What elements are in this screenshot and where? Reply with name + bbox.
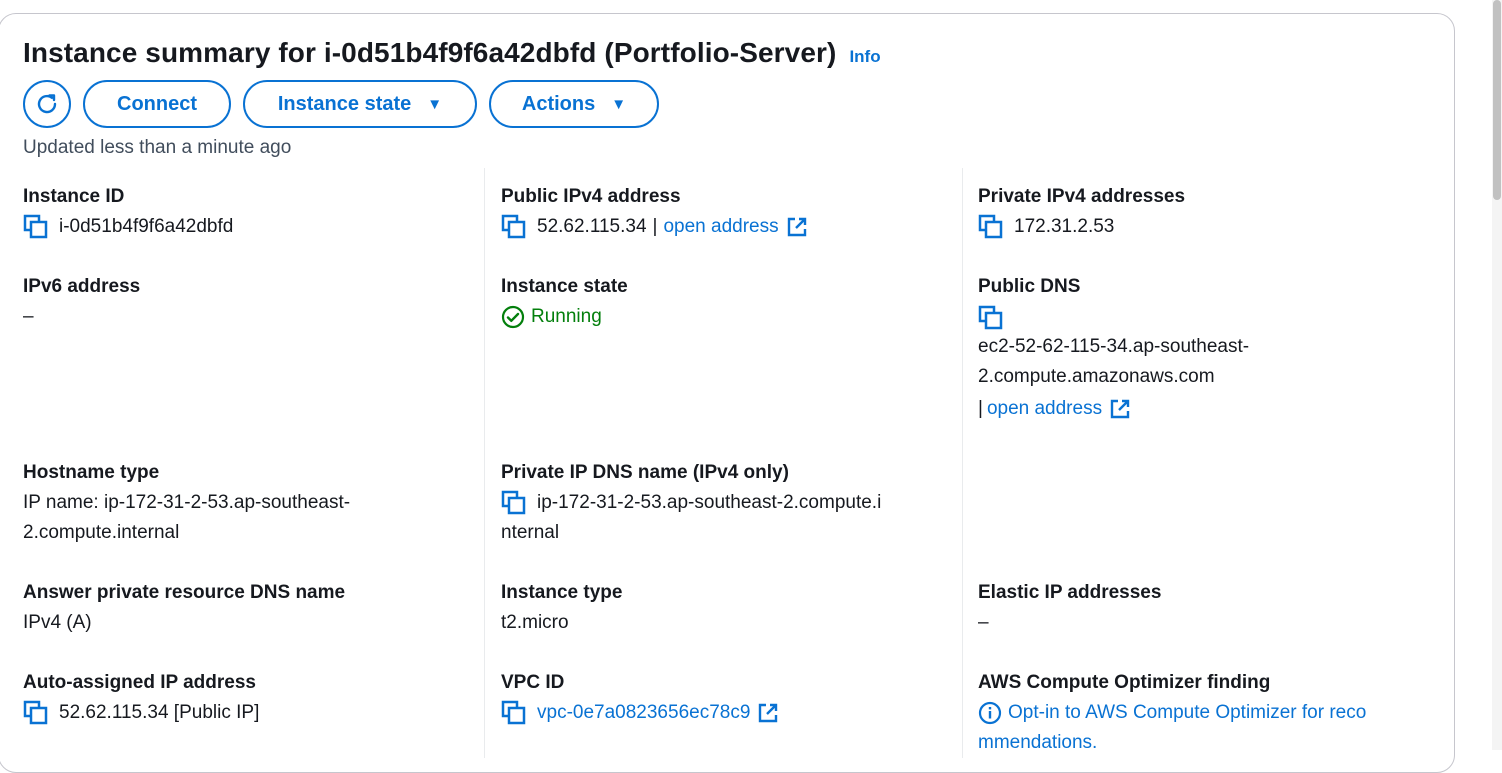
private-ipv4-value: 172.31.2.53 [1014, 216, 1115, 237]
instance-type-value: t2.micro [501, 612, 569, 633]
refresh-icon [37, 94, 57, 114]
instance-state-button[interactable]: Instance state ▼ [243, 80, 477, 128]
external-link-icon[interactable] [1109, 398, 1131, 420]
field-hostname-type: Hostname type IP name: ip-172-31-2-53.ap… [23, 462, 463, 548]
field-private-ip-dns: Private IP DNS name (IPv4 only) ip-172-3… [501, 462, 941, 548]
field-label: Instance type [501, 582, 623, 603]
field-label: Private IP DNS name (IPv4 only) [501, 462, 789, 483]
separator: | [652, 216, 658, 237]
open-address-link[interactable]: open address [987, 394, 1102, 424]
copy-icon[interactable] [23, 700, 49, 726]
copy-icon[interactable] [978, 214, 1004, 240]
field-vpc-id: VPC ID vpc-0e7a0823656ec78c9 [501, 672, 941, 728]
copy-icon[interactable] [501, 490, 527, 516]
open-address-link[interactable]: open address [663, 212, 778, 242]
copy-icon[interactable] [978, 305, 1004, 331]
private-ip-dns-value-line1: ip-172-31-2-53.ap-southeast-2.compute.i [537, 492, 882, 513]
copy-icon[interactable] [501, 214, 527, 240]
actions-button[interactable]: Actions ▼ [489, 80, 659, 128]
field-ipv6-address: IPv6 address – [23, 276, 463, 332]
scrollbar-track[interactable] [1492, 0, 1502, 750]
instance-id-value: i-0d51b4f9f6a42dbfd [59, 216, 234, 237]
vpc-id-link[interactable]: vpc-0e7a0823656ec78c9 [537, 698, 750, 728]
field-instance-id: Instance ID i-0d51b4f9f6a42dbfd [23, 186, 463, 242]
field-instance-state: Instance state Running [501, 276, 941, 332]
public-ipv4-value: 52.62.115.34 [537, 216, 647, 237]
instance-state-button-label: Instance state [277, 92, 412, 115]
compute-optimizer-link[interactable]: Opt-in to AWS Compute Optimizer for reco [1008, 698, 1366, 728]
field-label: IPv6 address [23, 276, 141, 297]
answer-dns-value: IPv4 (A) [23, 612, 92, 633]
field-auto-assigned-ip: Auto-assigned IP address 52.62.115.34 [P… [23, 672, 463, 728]
field-public-ipv4: Public IPv4 address 52.62.115.34 | open … [501, 186, 941, 242]
hostname-type-value-line1: IP name: ip-172-31-2-53.ap-southeast- [23, 492, 351, 513]
field-label: Answer private resource DNS name [23, 582, 346, 603]
actions-button-label: Actions [521, 92, 596, 115]
info-circle-icon [978, 701, 1002, 725]
external-link-icon[interactable] [786, 216, 808, 238]
field-label: VPC ID [501, 672, 565, 693]
elastic-ip-value: – [978, 612, 989, 633]
refresh-button[interactable] [23, 80, 71, 128]
field-label: Public DNS [978, 276, 1081, 297]
column-divider [484, 168, 485, 758]
caret-down-icon: ▼ [611, 95, 627, 113]
separator: | [978, 398, 983, 419]
field-label: Instance ID [23, 186, 125, 207]
field-answer-private-dns: Answer private resource DNS name IPv4 (A… [23, 582, 463, 638]
field-public-dns: Public DNS ec2-52-62-115-34.ap-southeast… [978, 276, 1418, 424]
scrollbar-thumb[interactable] [1493, 0, 1501, 200]
instance-state-value: Running [531, 306, 602, 327]
connect-button-label: Connect [117, 92, 197, 115]
field-instance-type: Instance type t2.micro [501, 582, 941, 638]
copy-icon[interactable] [23, 214, 49, 240]
compute-optimizer-link-line2[interactable]: mmendations. [978, 728, 1418, 758]
field-label: Hostname type [23, 462, 160, 483]
ipv6-value: – [23, 306, 34, 327]
field-label: Auto-assigned IP address [23, 672, 256, 693]
last-updated-text: Updated less than a minute ago [23, 137, 292, 158]
private-ip-dns-value-line2: nternal [501, 522, 560, 543]
field-elastic-ip: Elastic IP addresses – [978, 582, 1418, 638]
hostname-type-value-line2: 2.compute.internal [23, 522, 180, 543]
caret-down-icon: ▼ [427, 95, 443, 113]
public-dns-value-line2: 2.compute.amazonaws.com [978, 366, 1215, 387]
status-success-icon [501, 305, 525, 329]
page-title: Instance summary for i-0d51b4f9f6a42dbfd… [23, 37, 837, 68]
column-divider [962, 168, 963, 758]
field-compute-optimizer: AWS Compute Optimizer finding Opt-in to … [978, 672, 1418, 758]
info-link[interactable]: Info [849, 47, 880, 67]
field-label: Elastic IP addresses [978, 582, 1162, 603]
copy-icon[interactable] [501, 700, 527, 726]
field-private-ipv4: Private IPv4 addresses 172.31.2.53 [978, 186, 1418, 242]
auto-ip-value: 52.62.115.34 [Public IP] [59, 702, 260, 723]
external-link-icon[interactable] [757, 702, 779, 724]
page-header: Instance summary for i-0d51b4f9f6a42dbfd… [23, 37, 881, 69]
connect-button[interactable]: Connect [83, 80, 231, 128]
field-label: Instance state [501, 276, 628, 297]
field-label: Public IPv4 address [501, 186, 681, 207]
field-label: Private IPv4 addresses [978, 186, 1186, 207]
public-dns-value-line1: ec2-52-62-115-34.ap-southeast- [978, 336, 1250, 357]
field-label: AWS Compute Optimizer finding [978, 672, 1271, 693]
